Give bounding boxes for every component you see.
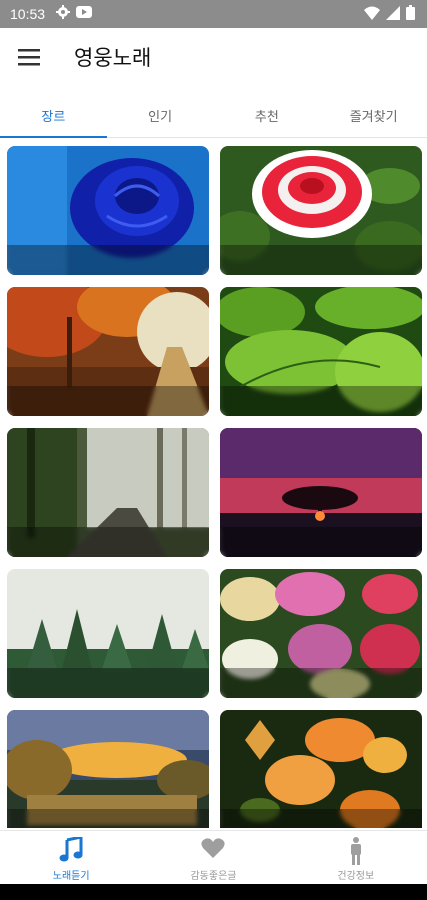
nav-label: 건강정보 [337,871,375,882]
genre-card-misty-forest[interactable] [7,428,209,557]
gear-icon [56,5,70,19]
nav-inspiring-writings[interactable]: 감동좋은글 [142,831,284,884]
genre-card-leaves[interactable] [220,287,422,416]
genre-card-yarrow[interactable] [220,569,422,698]
wifi-icon [364,6,380,20]
person-icon [350,837,361,865]
tab-bar: 장르 인기 추천 즐겨찾기 [0,92,427,138]
app-bar: 영웅노래 [0,28,427,88]
status-bar: 10:53 [0,0,427,28]
genre-card-pine-forest[interactable] [7,569,209,698]
genre-card-orange-flowers[interactable] [220,710,422,828]
app-title: 영웅노래 [74,46,152,70]
heart-icon [201,838,226,858]
youtube-icon [76,6,92,18]
bottom-navigation: 노래듣기 감동좋은글 건강정보 [0,830,427,884]
tab-popular[interactable]: 인기 [107,92,214,137]
genre-grid [0,140,427,828]
nav-label: 노래듣기 [52,871,90,882]
status-time: 10:53 [10,6,46,22]
tab-genre[interactable]: 장르 [0,92,107,138]
hamburger-menu-icon[interactable] [18,48,40,66]
genre-card-rose[interactable] [220,146,422,275]
tab-recommended[interactable]: 추천 [214,92,321,137]
genre-card-autumn[interactable] [7,287,209,416]
battery-icon [406,5,415,20]
genre-card-blue-rose[interactable] [7,146,209,275]
music-note-icon [59,837,83,862]
nav-label: 감동좋은글 [190,871,237,882]
tab-favorites[interactable]: 즐겨찾기 [320,92,427,137]
nav-health-info[interactable]: 건강정보 [285,831,427,884]
system-gesture-bar [0,884,427,900]
nav-listen-songs[interactable]: 노래듣기 [0,831,142,884]
genre-card-sunset-tree[interactable] [220,428,422,557]
genre-card-lake[interactable] [7,710,209,828]
signal-icon [386,5,400,20]
